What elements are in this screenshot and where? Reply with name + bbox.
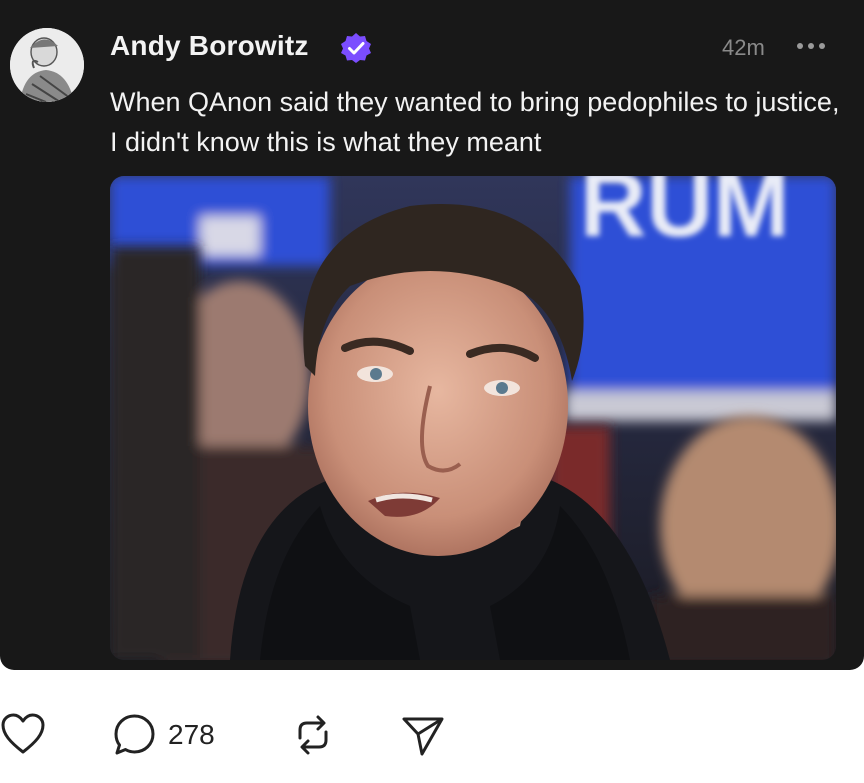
repost-icon xyxy=(298,715,328,755)
comment-count: 278 xyxy=(168,719,215,750)
post-text: When QAnon said they wanted to bring ped… xyxy=(110,87,840,157)
like-button[interactable] xyxy=(0,712,46,756)
comment-button[interactable]: 278 xyxy=(112,712,215,758)
post-actions: 278 xyxy=(0,700,864,770)
share-button[interactable] xyxy=(400,712,446,758)
comment-icon xyxy=(114,714,155,755)
post-image[interactable]: RUM xyxy=(110,176,836,660)
post-card: Andy Borowitz 42m When QAnon said they w… xyxy=(0,0,864,670)
avatar[interactable] xyxy=(10,28,84,102)
post-timestamp: 42m xyxy=(722,35,765,60)
verified-badge-icon xyxy=(341,33,371,63)
sign-text: RUM xyxy=(580,176,790,256)
author-name[interactable]: Andy Borowitz xyxy=(110,30,309,62)
repost-button[interactable] xyxy=(290,712,336,758)
send-icon xyxy=(402,717,444,756)
avatar-photo xyxy=(10,28,84,102)
heart-icon xyxy=(1,713,45,754)
more-options-icon[interactable] xyxy=(792,32,830,60)
post-photo: RUM xyxy=(110,176,836,660)
